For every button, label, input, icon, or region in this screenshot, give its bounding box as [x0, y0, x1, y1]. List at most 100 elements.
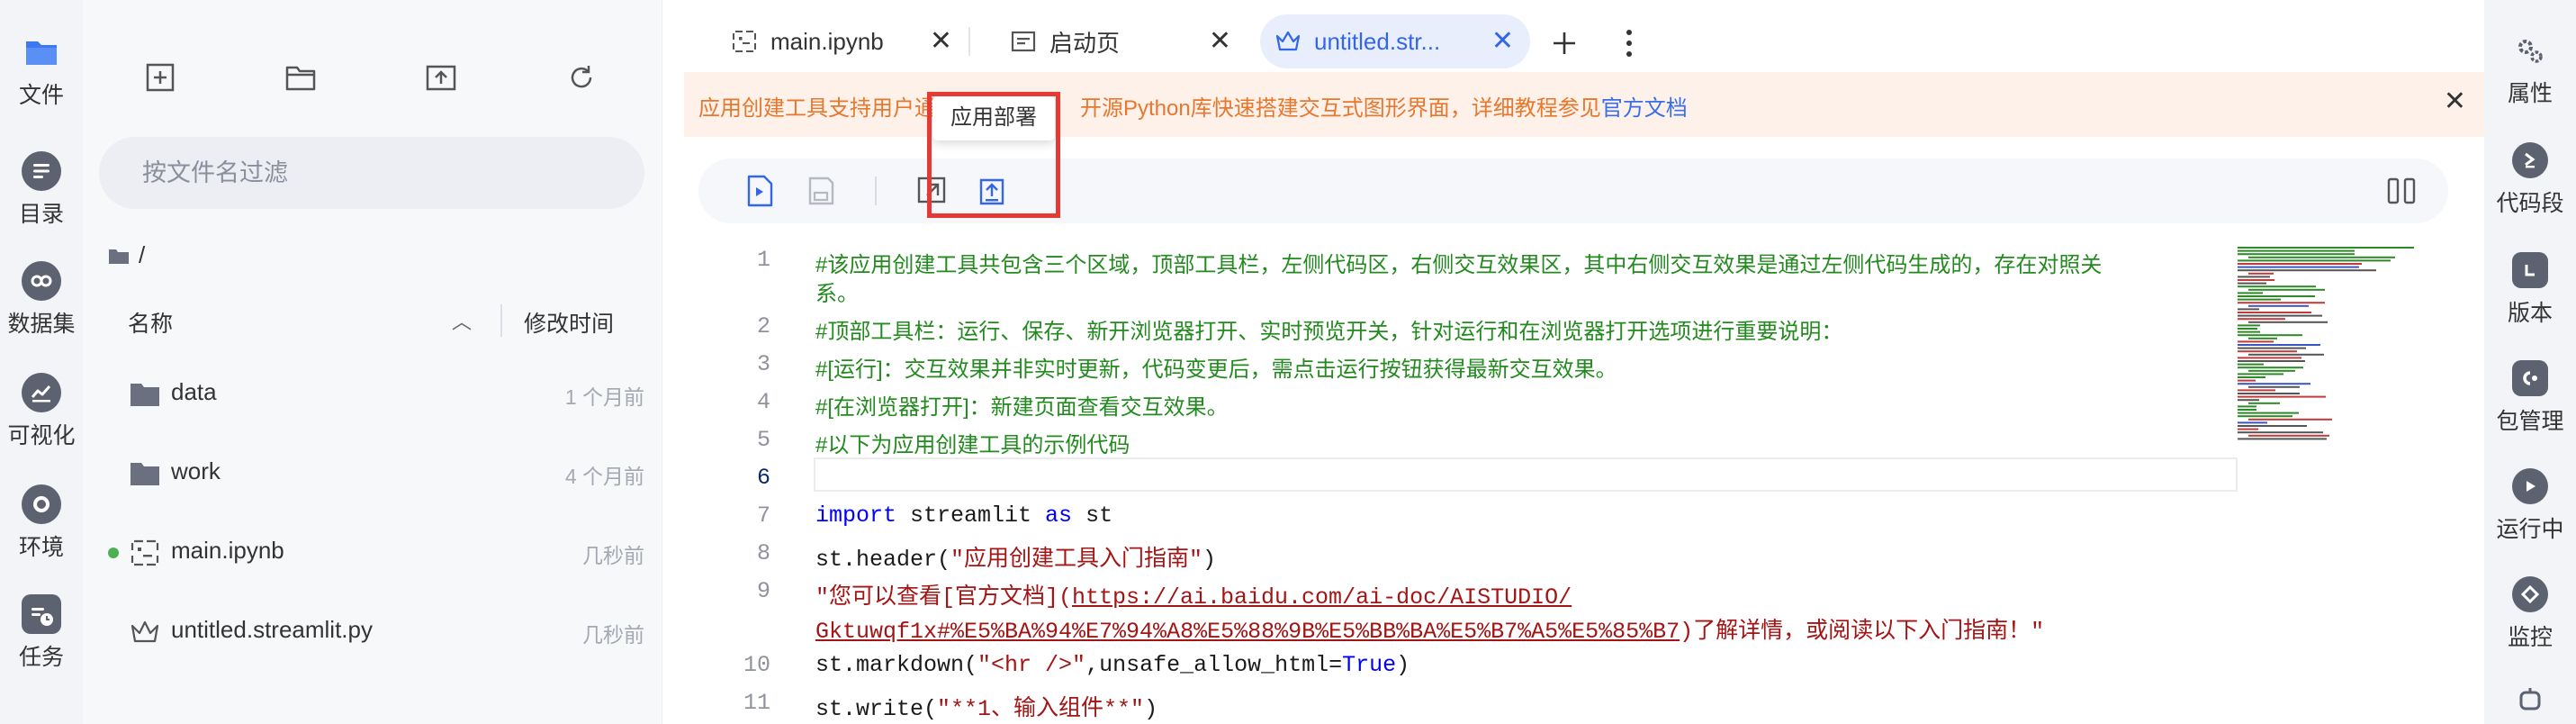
- panel-label: 属性: [2507, 81, 2553, 106]
- line-number: 11: [743, 690, 770, 716]
- launcher-icon: [1010, 28, 1037, 55]
- column-name[interactable]: 名称: [128, 306, 173, 339]
- minimap-line: [2248, 304, 2309, 307]
- breadcrumb[interactable]: /: [108, 241, 145, 269]
- minimap-line: [2238, 409, 2256, 411]
- close-icon[interactable]: ✕: [2444, 88, 2466, 115]
- minimap-line: [2238, 282, 2266, 285]
- save-icon: [808, 176, 834, 205]
- code-text: #该应用创建工具共包含三个区域，顶部工具栏，左侧代码区，右侧交互效果区，其中右侧…: [815, 247, 2102, 279]
- minimap-line: [2238, 383, 2310, 385]
- more-options-button[interactable]: [1620, 23, 1638, 63]
- column-modified[interactable]: 修改时间: [524, 306, 614, 339]
- new-folder-button[interactable]: [281, 58, 320, 97]
- minimap-line: [2238, 276, 2270, 278]
- gears-icon: [2512, 32, 2548, 68]
- minimap-line: [2238, 431, 2323, 434]
- activity-environment[interactable]: 环境: [0, 484, 83, 562]
- minimap-line: [2238, 438, 2327, 440]
- refresh-button[interactable]: [562, 58, 601, 97]
- new-tab-button[interactable]: [1545, 23, 1584, 63]
- file-row-main-ipynb[interactable]: main.ipynb 几秒前: [83, 517, 662, 589]
- panel-snippets[interactable]: 代码段: [2484, 142, 2576, 218]
- minimap-line: [2248, 272, 2274, 275]
- activity-visualization[interactable]: 可视化: [0, 373, 83, 450]
- minimap-line: [2248, 385, 2300, 388]
- minimap-line: [2238, 318, 2285, 321]
- tab-divider: [968, 27, 970, 56]
- minimap-line: [2248, 321, 2328, 323]
- chart-icon: [22, 373, 61, 412]
- minimap-line: [2238, 279, 2274, 281]
- file-row-untitled-streamlit[interactable]: untitled.streamlit.py 几秒前: [83, 596, 662, 668]
- save-button[interactable]: [803, 173, 839, 209]
- file-name: untitled.streamlit.py: [171, 616, 373, 643]
- minimap-line: [2238, 308, 2259, 311]
- tab-main-ipynb[interactable]: main.ipynb ✕: [716, 14, 968, 68]
- close-icon[interactable]: ✕: [930, 28, 952, 55]
- code-token: #[在浏览器打开]：新建页面查看交互效果。: [815, 395, 1229, 420]
- code-text: st.markdown("<hr />",unsafe_allow_html=T…: [815, 652, 1410, 678]
- activity-bar: 文件 目录 数据集 可视化 环境 任务: [0, 0, 83, 724]
- code-text: #[在浏览器打开]：新建页面查看交互效果。: [815, 389, 1229, 421]
- activity-label: 文件: [18, 83, 64, 108]
- code-token: "**1、输入组件**": [937, 696, 1145, 722]
- minimap-line: [2238, 295, 2315, 297]
- sort-chevron-icon[interactable]: ︿: [452, 306, 472, 335]
- code-token: ): [1202, 547, 1217, 573]
- tab-label: 启动页: [1049, 29, 1121, 57]
- minimap-line: [2238, 249, 2355, 252]
- folder-icon: [109, 249, 129, 264]
- minimap-line: [2248, 288, 2325, 291]
- panel-properties[interactable]: 属性: [2484, 32, 2576, 108]
- minimap-line: [2238, 334, 2302, 337]
- code-minimap[interactable]: [2234, 245, 2448, 452]
- tab-launcher[interactable]: 启动页 ✕: [995, 14, 1247, 68]
- tab-untitled-streamlit[interactable]: untitled.str... ✕: [1260, 14, 1530, 68]
- code-token: #以下为应用创建工具的示例代码: [815, 433, 1130, 457]
- minimap-line: [2238, 367, 2303, 369]
- new-file-button[interactable]: [140, 58, 180, 97]
- task-icon: [22, 594, 61, 634]
- code-text: "您可以查看[官方文档](https://ai.baidu.com/ai-doc…: [815, 578, 1572, 611]
- run-button[interactable]: [742, 173, 778, 209]
- minimap-line: [2238, 340, 2274, 343]
- panel-versions[interactable]: 版本: [2484, 252, 2576, 328]
- minimap-line: [2238, 412, 2299, 414]
- docs-link[interactable]: 官方文档: [1601, 96, 1688, 121]
- file-filter-input[interactable]: [99, 137, 644, 209]
- minimap-line: [2238, 428, 2258, 430]
- activity-outline[interactable]: 目录: [0, 151, 83, 229]
- code-text: #[运行]：交互效果并非实时更新，代码变更后，需点击运行按钮获得最新交互效果。: [815, 351, 1617, 384]
- panel-packages[interactable]: 包管理: [2484, 360, 2576, 436]
- file-row-data[interactable]: data 1 个月前: [83, 358, 662, 430]
- environment-icon: [22, 484, 61, 524]
- code-editor[interactable]: 1 #该应用创建工具共包含三个区域，顶部工具栏，左侧代码区，右侧交互效果区，其中右…: [698, 241, 2448, 724]
- upload-button[interactable]: [421, 58, 461, 97]
- line-number: 5: [756, 427, 770, 453]
- panel-label: 运行中: [2496, 517, 2564, 542]
- minimap-line: [2238, 285, 2316, 288]
- split-view-icon: [2387, 177, 2416, 204]
- code-text: st.write("**1、输入组件**"): [815, 690, 1157, 722]
- column-divider[interactable]: [500, 304, 502, 337]
- activity-files[interactable]: 文件: [0, 32, 83, 110]
- activity-tasks[interactable]: 任务: [0, 594, 83, 672]
- panel-more[interactable]: [2484, 681, 2576, 717]
- panel-monitor[interactable]: 监控: [2484, 576, 2576, 652]
- activity-datasets[interactable]: 数据集: [0, 261, 83, 339]
- minimap-line: [2238, 363, 2264, 366]
- line-number: 9: [756, 578, 770, 604]
- line-number: 3: [756, 351, 770, 377]
- split-view-button[interactable]: [2383, 173, 2419, 209]
- file-row-work[interactable]: work 4 个月前: [83, 438, 662, 510]
- line-number: 2: [756, 313, 770, 339]
- minimap-line: [2238, 263, 2362, 265]
- crown-icon: [1274, 28, 1302, 55]
- minimap-line: [2238, 266, 2359, 268]
- panel-running[interactable]: 运行中: [2484, 468, 2576, 544]
- close-icon[interactable]: ✕: [1491, 28, 1514, 55]
- close-icon[interactable]: ✕: [1209, 28, 1231, 55]
- minimap-line: [2238, 247, 2414, 249]
- activity-label: 目录: [18, 202, 64, 227]
